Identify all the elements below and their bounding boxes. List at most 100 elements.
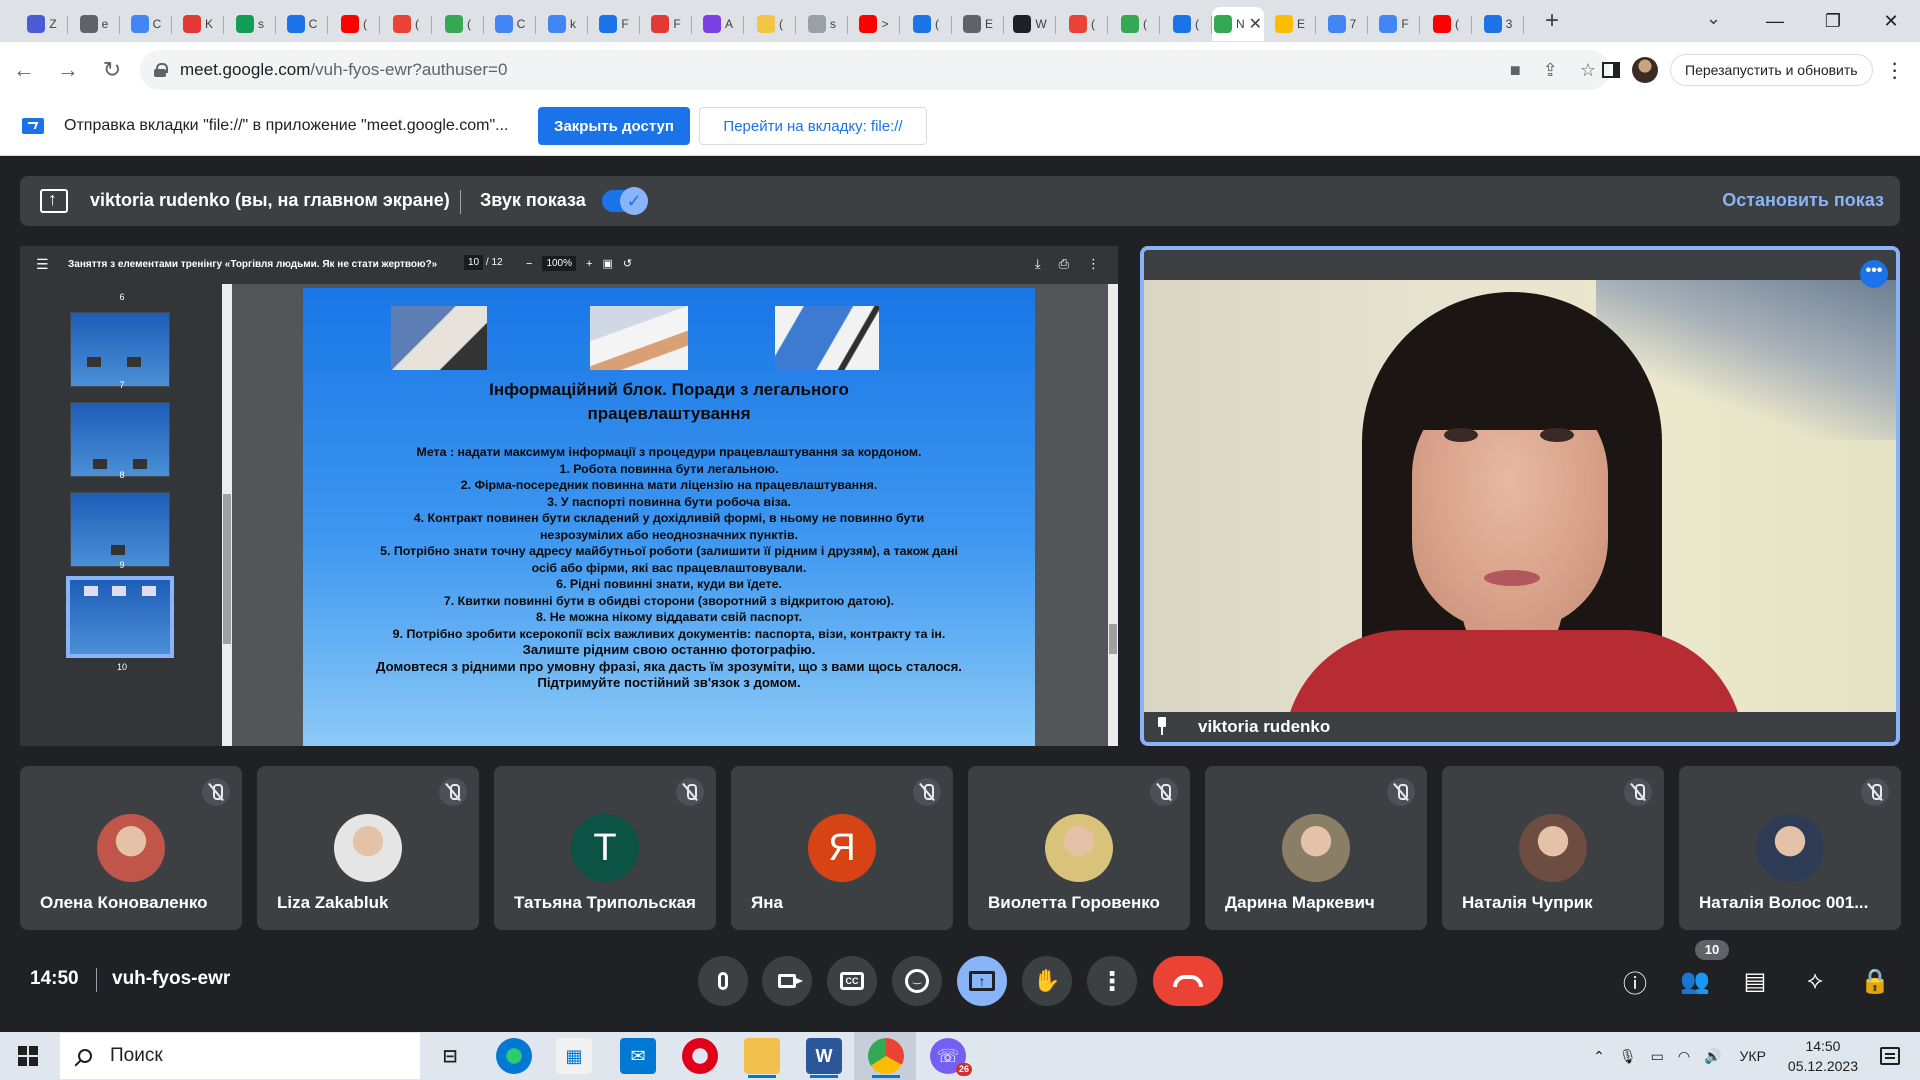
bookmark-star-icon[interactable]: ☆ [1580,60,1596,81]
rotate-icon[interactable]: ↺ [623,257,632,270]
browser-tab[interactable]: C [120,7,172,41]
activities-icon[interactable]: ⟡ [1800,966,1830,996]
browser-tab[interactable]: C [276,7,328,41]
opera-icon[interactable] [682,1038,718,1074]
participant-tile[interactable]: Наталія Чуприк [1442,766,1664,930]
taskbar-search[interactable]: Поиск [60,1033,420,1079]
chat-icon[interactable]: ▤ [1740,966,1770,996]
host-controls-icon[interactable]: 🔒 [1860,966,1890,996]
new-tab-button[interactable]: + [1538,7,1566,35]
pdf-more-icon[interactable]: ⋮ [1087,256,1100,272]
browser-tab[interactable]: ( [328,7,380,41]
reload-button[interactable]: ↻ [92,50,132,90]
microphone-tray-icon[interactable]: 🎙 [1619,1048,1637,1065]
battery-icon[interactable]: ▭ [1651,1048,1664,1065]
meeting-info-icon[interactable]: ⓘ [1620,966,1650,998]
side-panel-icon[interactable] [1602,62,1620,78]
back-button[interactable]: ← [4,50,44,90]
wifi-icon[interactable]: ◠ [1678,1048,1690,1065]
browser-tab[interactable]: 7 [1316,7,1368,41]
thumbnail-page[interactable] [70,492,170,567]
camera-button[interactable] [762,956,812,1006]
browser-tab[interactable]: ( [744,7,796,41]
minimize-button[interactable]: — [1746,11,1804,32]
browser-tab-active[interactable]: N ✕ [1212,7,1264,41]
pdf-page-input[interactable]: 10 [464,255,484,270]
browser-tab[interactable]: F [588,7,640,41]
windows-start-icon[interactable] [18,1046,38,1066]
participant-tile[interactable]: T Татьяна Трипольская [494,766,716,930]
task-view-icon[interactable]: ⊟ [432,1038,468,1074]
zoom-level[interactable]: 100% [542,256,577,271]
close-window-button[interactable]: ✕ [1862,11,1920,32]
thumbnail-page[interactable] [70,312,170,387]
participant-tile[interactable]: Liza Zakabluk [257,766,479,930]
thumbnail-scrollbar[interactable] [222,284,232,746]
mail-icon[interactable]: ✉ [620,1038,656,1074]
browser-tab[interactable]: E [952,7,1004,41]
share-audio-toggle[interactable]: ✓ [602,187,648,215]
browser-tab[interactable]: A [692,7,744,41]
browser-tab[interactable]: e [68,7,120,41]
more-options-button[interactable]: ⋮ [1087,956,1137,1006]
forward-button[interactable]: → [48,50,88,90]
participant-tile[interactable]: Виолетта Горовенко [968,766,1190,930]
tile-more-options-icon[interactable]: ••• [1860,260,1888,288]
browser-tab[interactable]: E [1264,7,1316,41]
participant-tile[interactable]: Я Яна [731,766,953,930]
browser-tab[interactable]: ( [380,7,432,41]
zoom-in-icon[interactable]: + [586,258,592,270]
chevron-up-icon[interactable]: ⌃ [1593,1048,1605,1065]
tab-close-icon[interactable]: ✕ [1249,14,1262,34]
pdf-scrollbar[interactable] [1108,284,1118,746]
share-icon[interactable]: ⇪ [1543,60,1558,81]
word-icon[interactable]: W [806,1038,842,1078]
browser-tab[interactable]: Z [16,7,68,41]
zoom-out-icon[interactable]: − [526,258,532,270]
browser-tab[interactable]: 3 [1472,7,1524,41]
browser-tab[interactable]: ( [900,7,952,41]
participant-tile[interactable]: Наталія Волос 001... [1679,766,1901,930]
leave-call-button[interactable] [1153,956,1223,1006]
shared-screen-tile[interactable]: ☰ Заняття з елементами тренінгу «Торгівл… [20,246,1118,746]
pdf-menu-icon[interactable]: ☰ [36,256,49,273]
browser-tab[interactable]: F [640,7,692,41]
profile-avatar[interactable] [1632,57,1658,83]
pin-icon[interactable] [1156,717,1168,735]
raise-hand-button[interactable]: ✋ [1022,956,1072,1006]
browser-tab[interactable]: ( [432,7,484,41]
present-now-button[interactable]: ↑ [957,956,1007,1006]
relaunch-update-button[interactable]: Перезапустить и обновить [1670,54,1873,86]
edge-icon[interactable] [496,1038,532,1074]
browser-menu-icon[interactable]: ⋮ [1885,58,1905,83]
browser-tab[interactable]: C [484,7,536,41]
print-icon[interactable]: ⎙ [1059,256,1069,272]
camera-in-use-icon[interactable]: ■ [1510,60,1521,81]
people-icon[interactable]: 👥 [1680,966,1710,996]
browser-tab[interactable]: F [1368,7,1420,41]
lock-icon[interactable] [154,63,168,77]
switch-to-tab-button[interactable]: Перейти на вкладку: file:// [699,107,927,145]
viber-icon[interactable]: ☏ 26 [930,1038,972,1076]
notifications-icon[interactable] [1880,1047,1900,1065]
thumbnail-page-selected[interactable] [66,576,174,658]
download-icon[interactable]: ⤓ [1035,256,1041,272]
reactions-button[interactable]: ‿ [892,956,942,1006]
browser-tab[interactable]: K [172,7,224,41]
browser-tab[interactable]: ( [1420,7,1472,41]
clock[interactable]: 14:50 05.12.2023 [1788,1036,1858,1076]
stop-presenting-button[interactable]: Остановить показ [1722,190,1884,211]
chrome-icon[interactable] [868,1038,904,1078]
browser-tab[interactable]: k [536,7,588,41]
tab-search-icon[interactable]: ⌄ [1706,8,1721,29]
maximize-button[interactable]: ❐ [1804,11,1862,32]
input-language[interactable]: УКР [1740,1048,1766,1064]
browser-tab[interactable]: W [1004,7,1056,41]
microphone-button[interactable] [698,956,748,1006]
captions-button[interactable]: CC [827,956,877,1006]
presenter-video-tile[interactable]: ••• viktoria rudenko [1140,246,1900,746]
participant-tile[interactable]: Дарина Маркевич [1205,766,1427,930]
browser-tab[interactable]: ( [1056,7,1108,41]
volume-icon[interactable]: 🔊 [1704,1048,1721,1065]
browser-tab[interactable]: s [224,7,276,41]
